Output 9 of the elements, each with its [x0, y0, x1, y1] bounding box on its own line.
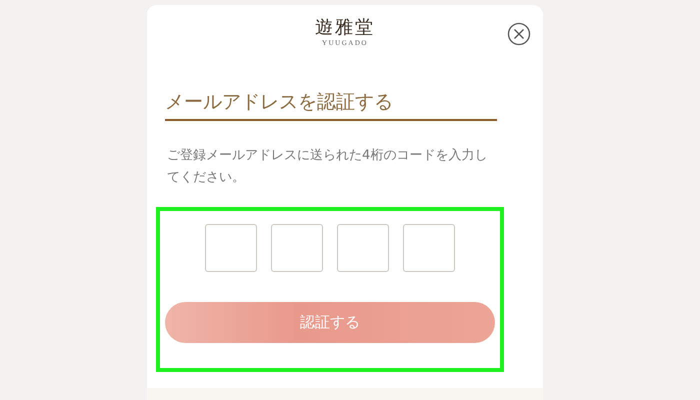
code-input-field[interactable]	[403, 224, 455, 272]
code-input-field[interactable]	[271, 224, 323, 272]
code-input-field[interactable]	[337, 224, 389, 272]
logo-text: 遊雅堂	[315, 16, 375, 39]
code-input-field[interactable]	[205, 224, 257, 272]
verify-button[interactable]: 認証する	[165, 302, 495, 343]
instruction-text: ご登録メールアドレスに送られた4桁のコードを入力してください。	[167, 147, 488, 187]
page-title: メールアドレスを認証する	[165, 89, 497, 121]
close-icon[interactable]	[507, 22, 531, 46]
